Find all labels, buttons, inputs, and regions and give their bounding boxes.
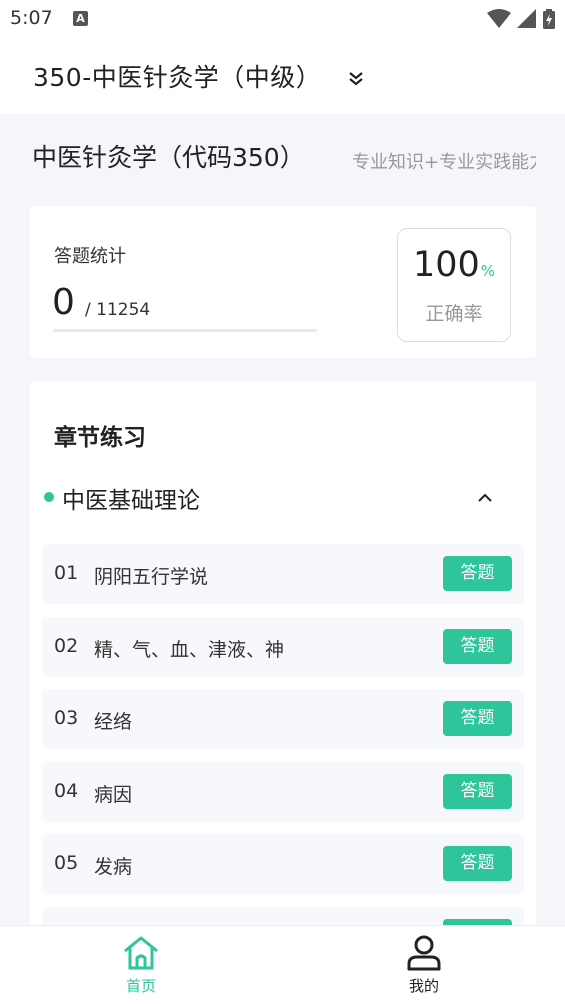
section-header[interactable]: 中医基础理论 xyxy=(42,479,524,519)
battery-icon xyxy=(543,9,555,29)
chapter-heading: 章节练习 xyxy=(54,425,146,451)
stats-label: 答题统计 xyxy=(54,246,126,267)
double-chevron-down-icon[interactable] xyxy=(346,69,366,89)
lesson-item[interactable]: 02 精、气、血、津液、神 答题 xyxy=(42,616,524,677)
accuracy-value: 100 xyxy=(412,245,480,285)
answer-button[interactable]: 答题 xyxy=(443,628,512,664)
exam-title[interactable]: 350-中医针灸学（中级） xyxy=(33,58,321,94)
lesson-number: 01 xyxy=(54,562,79,584)
bottom-nav: 首页 我的 xyxy=(0,925,565,1004)
status-time: 5:07 xyxy=(10,7,53,29)
lesson-title: 发病 xyxy=(94,856,133,878)
subject-name: 中医针灸学（代码350） xyxy=(32,143,305,172)
lesson-number: 03 xyxy=(54,707,79,729)
total-count: / 11254 xyxy=(85,300,151,320)
section-dot xyxy=(44,492,54,502)
nav-mine-label: 我的 xyxy=(408,977,439,995)
lesson-item[interactable]: 04 病因 答题 xyxy=(42,761,524,822)
lesson-number: 04 xyxy=(54,779,79,802)
lesson-title: 阴阳五行学说 xyxy=(94,566,209,588)
answer-button[interactable]: 答题 xyxy=(443,556,512,591)
lesson-title: 经络 xyxy=(94,711,133,733)
subject-scope: 专业知识+专业实践能力 xyxy=(352,152,536,173)
lesson-title: 精、气、血、津液、神 xyxy=(94,638,285,661)
nav-mine[interactable]: 我的 xyxy=(374,934,474,996)
user-icon xyxy=(407,935,441,971)
chevron-up-icon[interactable] xyxy=(474,487,496,509)
nav-home[interactable]: 首页 xyxy=(91,934,191,996)
status-icons xyxy=(487,9,555,29)
chapter-card: 章节练习 中医基础理论 01 阴阳五行学说 答题 02 精、气、血、津液、神 答… xyxy=(30,381,536,941)
lesson-number: 05 xyxy=(54,852,79,874)
home-icon xyxy=(124,936,158,970)
nav-home-label: 首页 xyxy=(125,977,156,995)
stats-card: 答题统计 0 / 11254 100% 正确率 xyxy=(30,206,536,358)
lesson-list: 01 阴阳五行学说 答题 02 精、气、血、津液、神 答题 03 经络 答题 0… xyxy=(42,544,524,941)
signal-icon xyxy=(517,9,536,28)
section-title: 中医基础理论 xyxy=(62,488,200,514)
status-bar: 5:07 A xyxy=(0,0,565,38)
header: 350-中医针灸学（中级） xyxy=(0,38,565,114)
accuracy-label: 正确率 xyxy=(425,303,483,325)
subject-row: 中医针灸学（代码350） 专业知识+专业实践能力 xyxy=(32,138,536,182)
progress-track xyxy=(53,329,317,332)
notification-icon: A xyxy=(73,11,88,26)
lesson-item[interactable]: 01 阴阳五行学说 答题 xyxy=(42,544,524,604)
answer-button[interactable]: 答题 xyxy=(443,701,512,736)
answered-count: 0 xyxy=(52,282,75,323)
accuracy-value-wrap: 100% xyxy=(398,245,510,285)
lesson-title: 病因 xyxy=(94,783,133,806)
answer-button[interactable]: 答题 xyxy=(443,846,512,881)
wifi-icon xyxy=(487,9,511,28)
accuracy-box: 100% 正确率 xyxy=(397,228,511,342)
answer-button[interactable]: 答题 xyxy=(443,773,512,809)
lesson-item[interactable]: 03 经络 答题 xyxy=(42,689,524,749)
lesson-item[interactable]: 05 发病 答题 xyxy=(42,834,524,894)
lesson-number: 02 xyxy=(54,634,79,657)
accuracy-unit: % xyxy=(480,262,496,280)
